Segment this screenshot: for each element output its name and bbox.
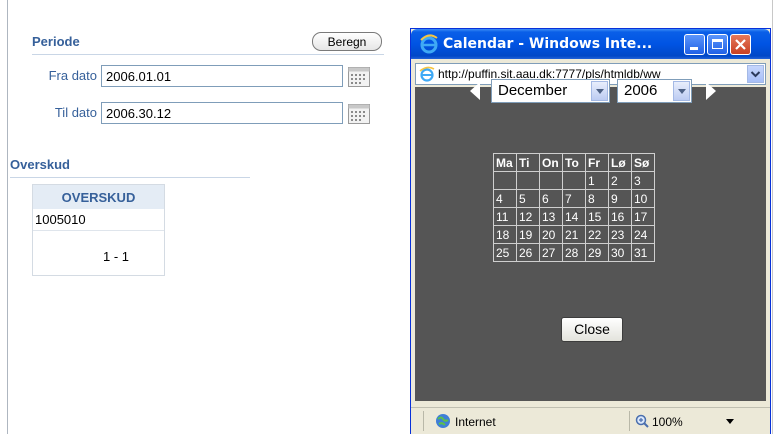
calendar-day[interactable]: 28 — [562, 243, 586, 262]
internet-globe-icon — [436, 414, 450, 428]
previous-month-arrow[interactable] — [470, 82, 480, 100]
calendar-day[interactable]: 26 — [516, 243, 540, 262]
calendar-day[interactable]: 1 — [585, 171, 609, 190]
popup-titlebar[interactable]: Calendar - Windows Inte... — [411, 29, 770, 59]
calendar-grid: Ma Ti On To Fr Lø Sø 1 2 3 4 5 6 7 8 9 10 11 12 13 14 15 16 17… — [493, 153, 655, 262]
to-date-label: Til dato — [54, 105, 97, 120]
to-date-input[interactable] — [101, 102, 343, 124]
close-window-button[interactable] — [730, 34, 751, 55]
overskud-column-header[interactable]: OVERSKUD — [33, 185, 164, 209]
zoom-level[interactable]: 100% — [652, 415, 683, 429]
zoom-icon[interactable] — [635, 414, 650, 429]
calendar-day[interactable]: 10 — [631, 189, 655, 208]
from-date-input[interactable] — [101, 65, 343, 87]
table-row: 1005010 — [33, 209, 164, 231]
page-left-border — [7, 0, 8, 434]
maximize-button[interactable] — [707, 34, 728, 55]
weekday-header: On — [539, 153, 563, 172]
next-month-arrow[interactable] — [706, 82, 716, 100]
calendar-day[interactable]: 17 — [631, 207, 655, 226]
calendar-day[interactable]: 16 — [608, 207, 632, 226]
popup-title: Calendar - Windows Inte... — [443, 36, 653, 52]
calendar-day[interactable]: 31 — [631, 243, 655, 262]
calendar-day[interactable]: 11 — [493, 207, 517, 226]
month-select-value: December — [498, 82, 568, 99]
weekday-header: Lø — [608, 153, 632, 172]
weekday-header: Sø — [631, 153, 655, 172]
beregn-button[interactable]: Beregn — [312, 32, 382, 51]
periode-divider — [32, 54, 384, 55]
pagination-text: 1 - 1 — [102, 249, 129, 264]
close-calendar-button[interactable]: Close — [561, 317, 623, 342]
calendar-empty-cell — [493, 171, 517, 190]
calendar-day[interactable]: 7 — [562, 189, 586, 208]
overskud-divider — [10, 177, 250, 178]
calendar-day[interactable]: 27 — [539, 243, 563, 262]
from-date-calendar-icon[interactable] — [348, 67, 370, 87]
status-zone: Internet — [455, 415, 496, 429]
chevron-down-icon[interactable] — [673, 81, 690, 101]
minimize-icon — [690, 47, 698, 50]
calendar-day[interactable]: 30 — [608, 243, 632, 262]
calendar-week-row: 11 12 13 14 15 16 17 — [493, 207, 655, 226]
calendar-day[interactable]: 3 — [631, 171, 655, 190]
weekday-header: To — [562, 153, 586, 172]
calendar-day[interactable]: 22 — [585, 225, 609, 244]
year-select-value: 2006 — [624, 82, 658, 99]
overskud-title: Overskud — [10, 157, 70, 172]
ie-logo-icon — [420, 34, 438, 54]
calendar-day[interactable]: 6 — [539, 189, 563, 208]
calendar-empty-cell — [539, 171, 563, 190]
weekday-header: Fr — [585, 153, 609, 172]
calendar-day[interactable]: 25 — [493, 243, 517, 262]
calendar-day[interactable]: 19 — [516, 225, 540, 244]
calendar-day[interactable]: 21 — [562, 225, 586, 244]
zoom-dropdown-icon[interactable] — [726, 419, 734, 425]
calendar-empty-cell — [562, 171, 586, 190]
weekday-header: Ma — [493, 153, 517, 172]
year-select[interactable]: 2006 — [617, 79, 692, 103]
from-date-label: Fra dato — [48, 68, 97, 83]
address-dropdown-button[interactable] — [747, 65, 764, 83]
page-right-border — [772, 0, 773, 434]
calendar-empty-cell — [516, 171, 540, 190]
minimize-button[interactable] — [684, 34, 705, 55]
close-icon — [735, 39, 746, 50]
calendar-day[interactable]: 29 — [585, 243, 609, 262]
chevron-down-icon[interactable] — [591, 81, 608, 101]
chevron-down-icon — [750, 71, 761, 78]
maximize-icon — [712, 39, 723, 49]
calendar-day[interactable]: 23 — [608, 225, 632, 244]
periode-title: Periode — [32, 34, 80, 49]
calendar-day[interactable]: 9 — [608, 189, 632, 208]
overskud-report: OVERSKUD 1005010 1 - 1 — [32, 184, 165, 276]
calendar-day[interactable]: 14 — [562, 207, 586, 226]
calendar-day[interactable]: 13 — [539, 207, 563, 226]
calendar-week-row: 18 19 20 21 22 23 24 — [493, 225, 655, 244]
to-date-calendar-icon[interactable] — [348, 104, 370, 124]
calendar-day[interactable]: 15 — [585, 207, 609, 226]
weekday-header-row: Ma Ti On To Fr Lø Sø — [493, 153, 655, 172]
calendar-week-row: 25 26 27 28 29 30 31 — [493, 243, 655, 262]
calendar-week-row: 123 — [493, 171, 655, 190]
calendar-week-row: 4 5 6 7 8 9 10 — [493, 189, 655, 208]
weekday-header: Ti — [516, 153, 540, 172]
status-bar: Internet 100% — [411, 407, 770, 434]
month-select[interactable]: December — [491, 79, 610, 103]
calendar-day[interactable]: 24 — [631, 225, 655, 244]
calendar-day[interactable]: 18 — [493, 225, 517, 244]
calendar-day[interactable]: 8 — [585, 189, 609, 208]
calendar-day[interactable]: 4 — [493, 189, 517, 208]
calendar-day[interactable]: 5 — [516, 189, 540, 208]
page-icon — [419, 66, 435, 82]
calendar-day[interactable]: 12 — [516, 207, 540, 226]
calendar-day[interactable]: 2 — [608, 171, 632, 190]
calendar-day[interactable]: 20 — [539, 225, 563, 244]
